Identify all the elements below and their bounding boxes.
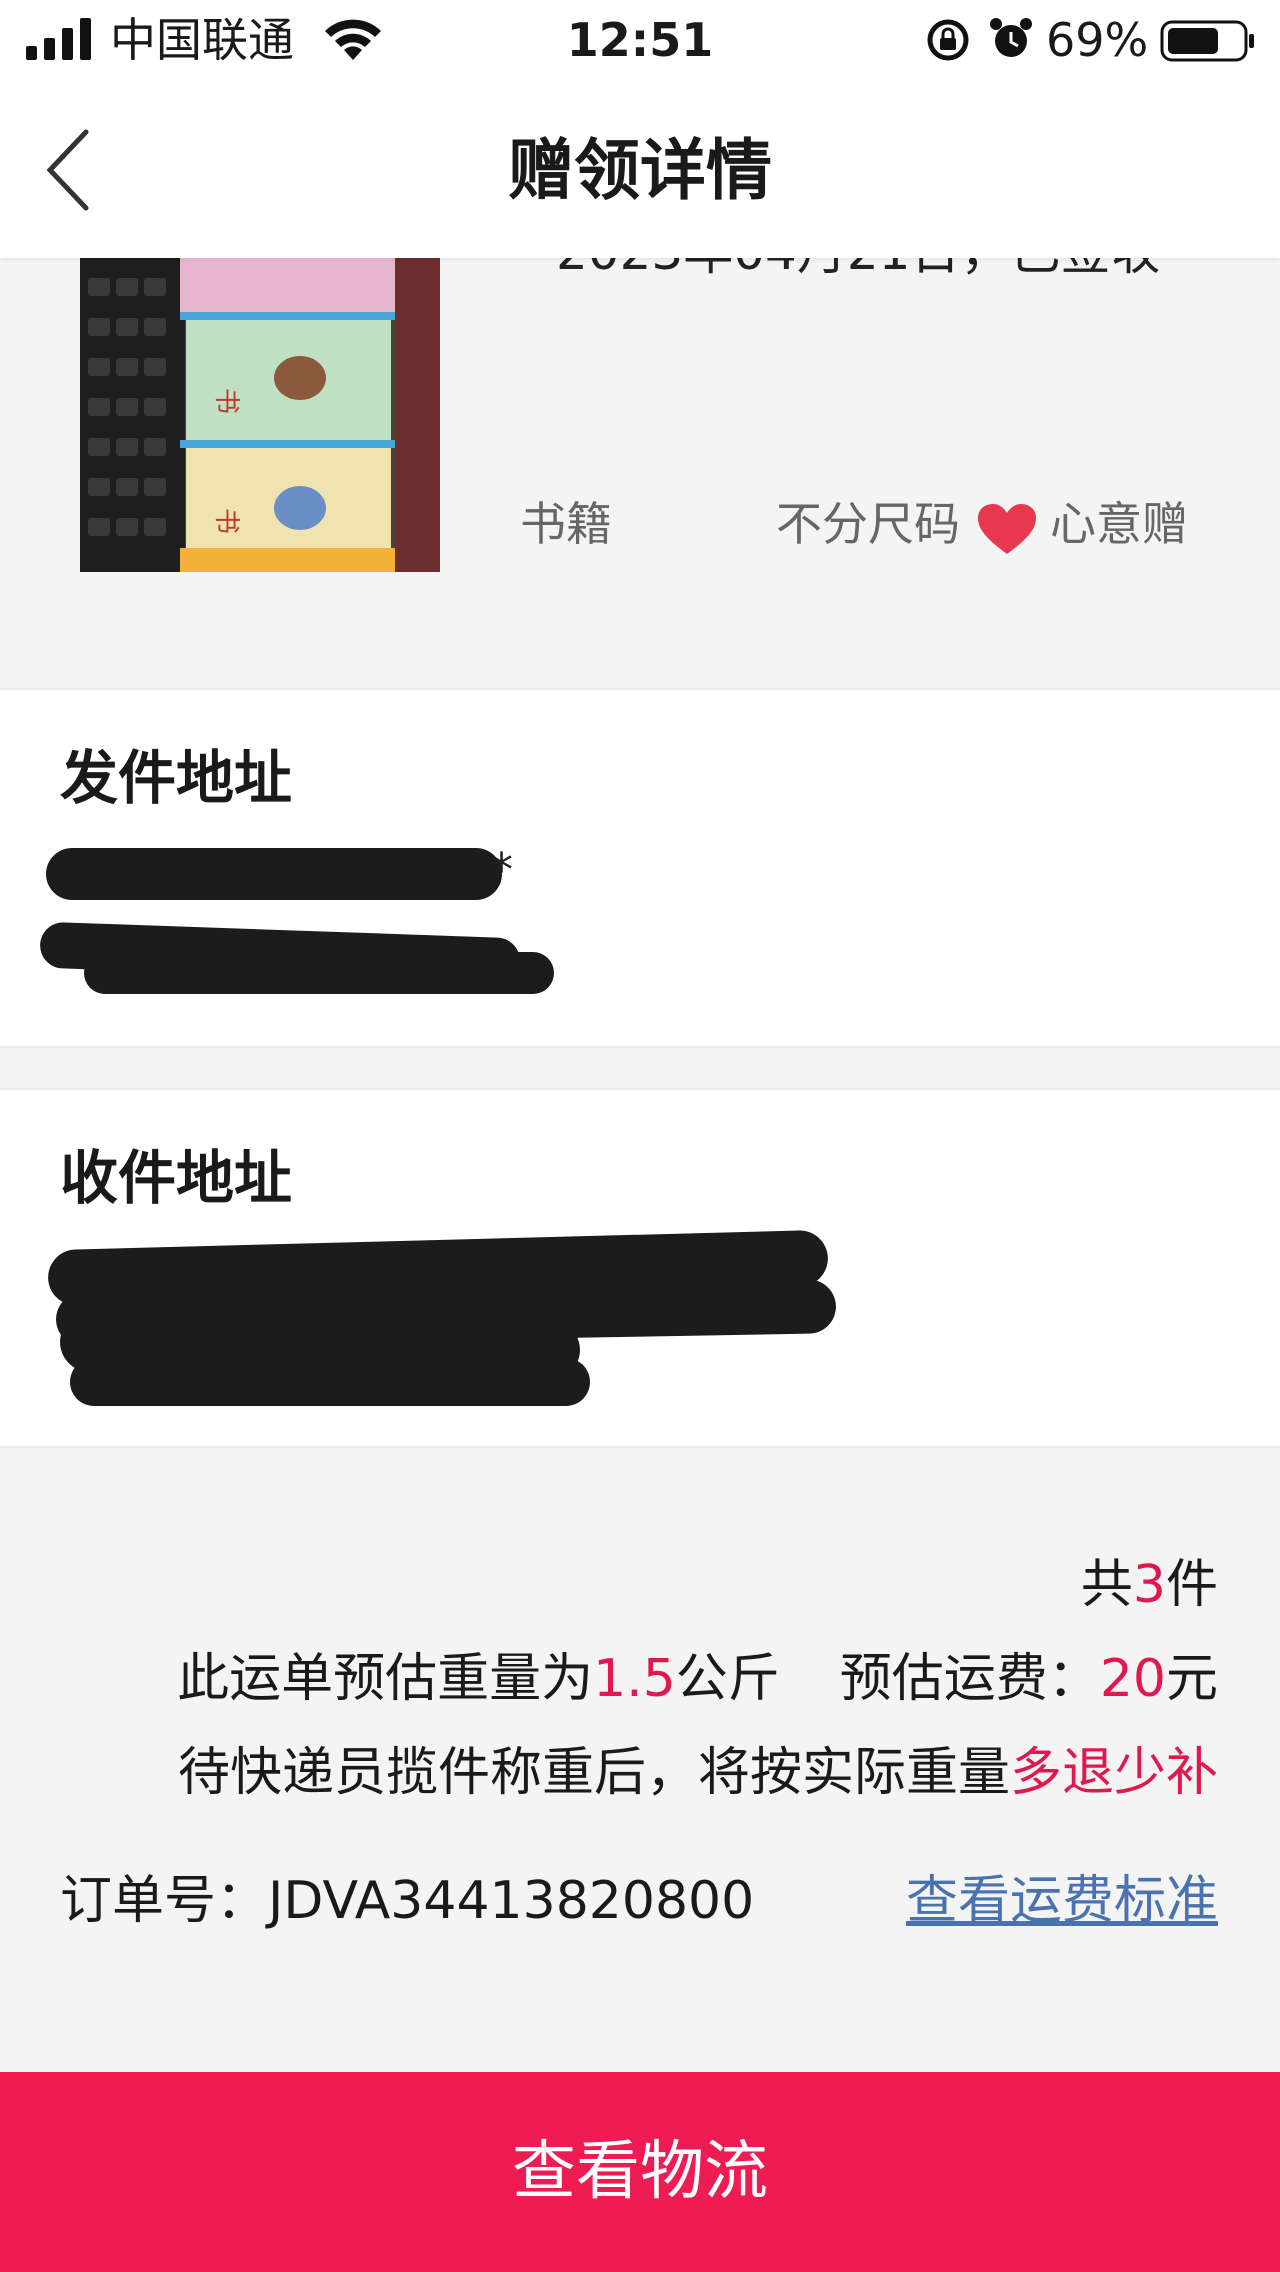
shipping-summary: 共3件 此运单预估重量为1.5公斤 预估运费：20元 待快递员揽件称重后，将按实际… [0,1444,1280,2072]
rotation-lock-icon [927,19,969,61]
item-count-prefix: 共 [1080,1555,1133,1615]
redaction-mark [46,848,502,900]
item-count: 共3件 [1081,1550,1218,1620]
weight-fee-line: 此运单预估重量为1.5公斤 预估运费：20元 [177,1644,1218,1714]
gift-label: 心意赠 [1050,497,1188,551]
navigation-bar: 赠领详情 [0,82,1280,258]
view-logistics-button[interactable]: 查看物流 [0,2072,1280,2272]
weight-note: 待快递员揽件称重后，将按实际重量多退少补 [178,1738,1218,1808]
svg-text:书: 书 [211,508,241,534]
page-title: 赠领详情 [508,132,772,209]
battery-icon [1160,20,1254,62]
item-count-value: 3 [1132,1555,1166,1615]
product-card: 2023年04月21日，已签收 书 书 [0,223,1280,688]
heart-icon [978,504,1036,554]
receiver-address-section: 收件地址 [0,1088,1280,1448]
svg-text:书: 书 [211,388,241,414]
order-label: 订单号： [60,1871,269,1931]
fee-standard-link[interactable]: 查看运费标准 [906,1866,1218,1936]
weight-value: 1.5 [593,1649,676,1709]
battery-percentage: 69% [1046,13,1149,67]
sender-address-section: 发件地址 * [0,688,1280,1048]
order-number: JDVA34413820800 [268,1871,755,1931]
alarm-icon [990,18,1032,57]
redaction-mark [84,952,554,994]
weight-prefix: 此运单预估重量为 [177,1649,594,1709]
receiver-address-title: 收件地址 [60,1144,293,1212]
redaction-mark [70,1358,590,1406]
product-image[interactable]: 书 书 [80,258,440,572]
order-number-line: 订单号：JDVA34413820800 [60,1866,754,1936]
books-photo: 书 书 [80,258,440,572]
status-bar: 中国联通 12:51 69% [0,0,1280,82]
note-highlight: 多退少补 [1009,1743,1218,1803]
fee-prefix: 预估运费： [839,1649,1100,1709]
note-text: 待快递员揽件称重后，将按实际重量 [177,1743,1010,1803]
sender-address-title: 发件地址 [60,744,293,812]
item-count-suffix: 件 [1165,1555,1218,1615]
fee-value: 20 [1099,1649,1166,1709]
fee-unit: 元 [1165,1649,1218,1709]
weight-unit: 公斤 [675,1649,780,1709]
product-size: 不分尺码 [776,497,960,551]
product-category: 书籍 [520,497,612,551]
